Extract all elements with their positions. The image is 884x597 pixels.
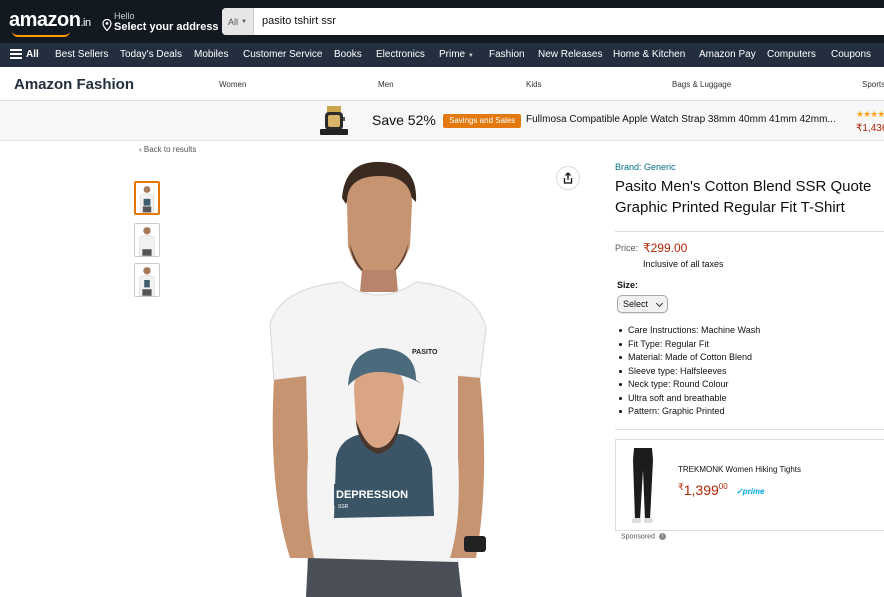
nav-books[interactable]: Books: [334, 43, 362, 67]
print-main-text: DEPRESSION: [336, 489, 408, 501]
nav-best-sellers[interactable]: Best Sellers: [55, 43, 108, 67]
feature-bullet: Material: Made of Cotton Blend: [618, 351, 760, 365]
hamburger-icon: [10, 47, 22, 61]
price-label: Price:: [615, 243, 639, 253]
nav-new-releases[interactable]: New Releases: [538, 43, 602, 67]
promo-title[interactable]: Fullmosa Compatible Apple Watch Strap 38…: [526, 114, 836, 125]
promo-stars: ★★★★: [856, 109, 884, 119]
caret-down-icon: ▼: [467, 53, 474, 59]
store-bar: Amazon Fashion Women Men Kids Bags & Lug…: [0, 67, 884, 101]
search-category-label: All: [228, 16, 239, 27]
price-whole: 1,399: [683, 482, 719, 498]
search-bar: All ▼: [222, 8, 884, 35]
nav-home-kitchen[interactable]: Home & Kitchen: [613, 43, 685, 67]
promo-banner[interactable]: Save 52% Savings and Sales Fullmosa Comp…: [0, 101, 884, 141]
sponsored-label[interactable]: Sponsored i: [621, 533, 666, 540]
amazon-logo[interactable]: amazon.in: [9, 9, 91, 32]
info-icon: i: [658, 533, 666, 540]
nav-coupons[interactable]: Coupons: [831, 43, 871, 67]
promo-price: ₹1,436: [856, 123, 884, 134]
sponsored-label-text: Sponsored: [621, 533, 655, 541]
feature-bullet: Care Instructions: Machine Wash: [618, 324, 760, 338]
feature-bullet: Pattern: Graphic Printed: [618, 405, 760, 419]
search-category-dropdown[interactable]: All ▼: [222, 8, 254, 35]
divider: [615, 231, 884, 232]
logo-text: amazon: [9, 9, 81, 31]
product-title: Pasito Men's Cotton Blend SSR Quote Grap…: [615, 176, 884, 218]
product-thumbnail-image: [139, 267, 155, 296]
watch-strap-image: [320, 106, 348, 135]
savings-badge: Savings and Sales: [443, 114, 522, 128]
price-value: ₹299.00: [643, 241, 688, 255]
nav-mobiles[interactable]: Mobiles: [194, 43, 228, 67]
logo-suffix: .in: [80, 17, 91, 29]
taxes-note: Inclusive of all taxes: [643, 259, 724, 269]
prime-badge: ✓prime: [736, 487, 765, 496]
feature-bullet: Fit Type: Regular Fit: [618, 338, 760, 352]
thumbnail-2[interactable]: [134, 223, 160, 257]
size-dropdown[interactable]: Select: [617, 295, 668, 313]
size-dropdown-value: Select: [623, 299, 649, 309]
store-link-women[interactable]: Women: [219, 80, 246, 89]
promo-save-text: Save 52%: [372, 112, 436, 128]
store-link-men[interactable]: Men: [378, 80, 394, 89]
thumbnail-1[interactable]: [134, 181, 160, 215]
nav-customer-service[interactable]: Customer Service: [243, 43, 322, 67]
logo-smile-icon: [12, 31, 70, 37]
product-thumbnail-image: [140, 186, 154, 213]
divider: [615, 429, 884, 430]
sponsored-product-card[interactable]: TREKMONK Women Hiking Tights ₹1,39900 ✓p…: [615, 439, 884, 531]
address-select-label: Select your address: [114, 21, 219, 33]
product-title-line-1: Pasito Men's Cotton Blend SSR Quote: [615, 178, 872, 195]
size-label: Size:: [617, 280, 639, 290]
caret-down-icon: ▼: [241, 18, 247, 25]
product-title-line-2: Graphic Printed Regular Fit T-Shirt: [615, 199, 845, 216]
feature-bullet: Sleeve type: Halfsleeves: [618, 365, 760, 379]
nav-amazon-pay[interactable]: Amazon Pay: [699, 43, 756, 67]
sponsored-product-title[interactable]: TREKMONK Women Hiking Tights: [678, 465, 801, 474]
chevron-down-icon: [655, 299, 664, 308]
search-input[interactable]: [262, 8, 862, 35]
nav-fashion[interactable]: Fashion: [489, 43, 525, 67]
nav-electronics[interactable]: Electronics: [376, 43, 425, 67]
nav-all-label: All: [26, 49, 39, 60]
nav-all-menu[interactable]: All: [10, 43, 39, 67]
back-to-results-link[interactable]: ‹ Back to results: [139, 145, 196, 154]
nav-computers[interactable]: Computers: [767, 43, 816, 67]
store-link-kids[interactable]: Kids: [526, 80, 542, 89]
sponsored-product-price: ₹1,39900: [678, 482, 728, 500]
hiking-tights-image: [632, 448, 653, 523]
top-header: amazon.in Hello Select your address All …: [0, 0, 884, 43]
location-pin-icon: [102, 19, 112, 31]
address-hello: Hello: [114, 11, 135, 21]
print-brand-text: PASITO: [412, 349, 438, 356]
feature-bullet: Neck type: Round Colour: [618, 378, 760, 392]
nav-todays-deals[interactable]: Today's Deals: [120, 43, 182, 67]
thumbnail-3[interactable]: [134, 263, 160, 297]
store-title[interactable]: Amazon Fashion: [14, 76, 134, 93]
share-icon: [563, 172, 573, 184]
feature-bullet: Ultra soft and breathable: [618, 392, 760, 406]
feature-bullets: Care Instructions: Machine Wash Fit Type…: [618, 324, 760, 419]
brand-link[interactable]: Brand: Generic: [615, 162, 676, 172]
nav-prime[interactable]: Prime ▼: [439, 43, 474, 67]
share-button[interactable]: [556, 166, 580, 190]
main-product-image[interactable]: PASITO DEPRESSION SSR: [250, 158, 500, 597]
print-sub-text: SSR: [338, 504, 349, 510]
price-fraction: 00: [718, 482, 728, 491]
store-link-bags-luggage[interactable]: Bags & Luggage: [672, 80, 731, 89]
main-nav: All Best Sellers Today's Deals Mobiles C…: [0, 43, 884, 67]
store-link-sports[interactable]: Sports: [862, 80, 884, 89]
nav-prime-label: Prime: [439, 49, 466, 60]
product-thumbnail-image: [139, 227, 155, 256]
